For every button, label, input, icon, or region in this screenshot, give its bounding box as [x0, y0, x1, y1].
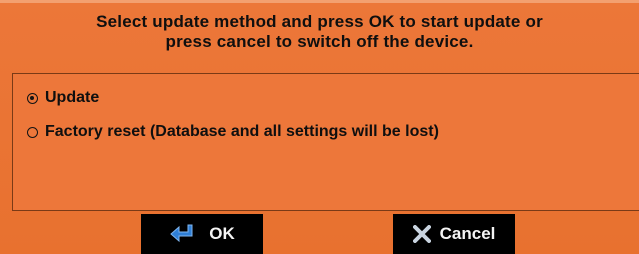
- cancel-button[interactable]: Cancel: [393, 214, 515, 254]
- ok-button[interactable]: OK: [141, 214, 263, 254]
- option-update-label: Update: [45, 89, 100, 106]
- radio-selected-icon[interactable]: [27, 92, 38, 104]
- dialog-message: Select update method and press OK to sta…: [0, 12, 639, 52]
- dialog-top-border: [0, 0, 639, 3]
- message-line-1: Select update method and press OK to sta…: [96, 12, 543, 31]
- option-factory-reset[interactable]: Factory reset (Database and all settings…: [27, 121, 439, 143]
- option-update[interactable]: Update: [27, 87, 99, 109]
- cancel-button-label: Cancel: [439, 224, 496, 243]
- radio-unselected-icon[interactable]: [27, 126, 38, 138]
- ok-button-label: OK: [209, 224, 235, 243]
- close-x-icon: [412, 225, 431, 243]
- enter-arrow-icon: [169, 224, 195, 244]
- option-factory-reset-label: Factory reset (Database and all settings…: [45, 123, 439, 140]
- message-line-2: press cancel to switch off the device.: [165, 32, 474, 51]
- update-method-options: Update Factory reset (Database and all s…: [12, 73, 639, 211]
- update-dialog: Select update method and press OK to sta…: [0, 0, 639, 254]
